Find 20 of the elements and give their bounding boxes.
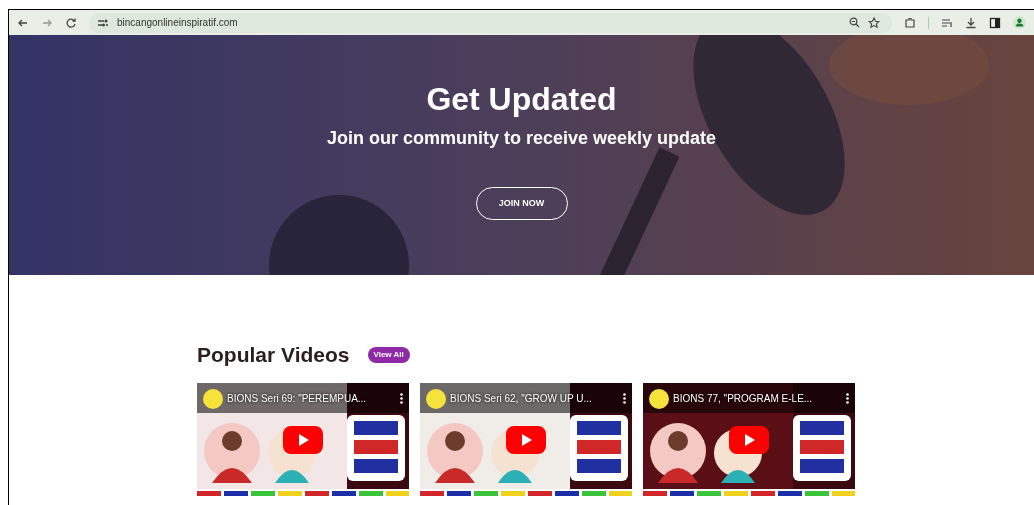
- video-embed[interactable]: BIONS 77, "PROGRAM E-LE...: [643, 382, 855, 505]
- more-options-icon[interactable]: [400, 393, 403, 404]
- play-button-icon[interactable]: [729, 425, 769, 454]
- side-panel-icon[interactable]: [989, 16, 1001, 29]
- site-settings-icon[interactable]: [97, 17, 109, 28]
- extensions-icon[interactable]: [904, 16, 916, 29]
- star-icon[interactable]: [868, 16, 880, 29]
- hero-subtitle: Join our community to receive weekly update: [326, 127, 717, 150]
- zoom-icon[interactable]: [849, 17, 860, 28]
- download-icon[interactable]: [965, 16, 977, 29]
- more-options-icon[interactable]: [623, 393, 626, 404]
- playlist-icon[interactable]: [941, 16, 953, 29]
- url-text: bincangonlineinspiratif.com: [117, 16, 239, 30]
- more-options-icon[interactable]: [846, 393, 849, 404]
- reload-icon[interactable]: [65, 16, 77, 29]
- section-heading: Popular Videos: [197, 342, 350, 368]
- address-bar[interactable]: bincangonlineinspiratif.com: [89, 12, 892, 33]
- hero-title: Get Updated: [426, 80, 617, 119]
- profile-icon[interactable]: [1013, 16, 1026, 29]
- view-all-button[interactable]: View All: [367, 346, 410, 363]
